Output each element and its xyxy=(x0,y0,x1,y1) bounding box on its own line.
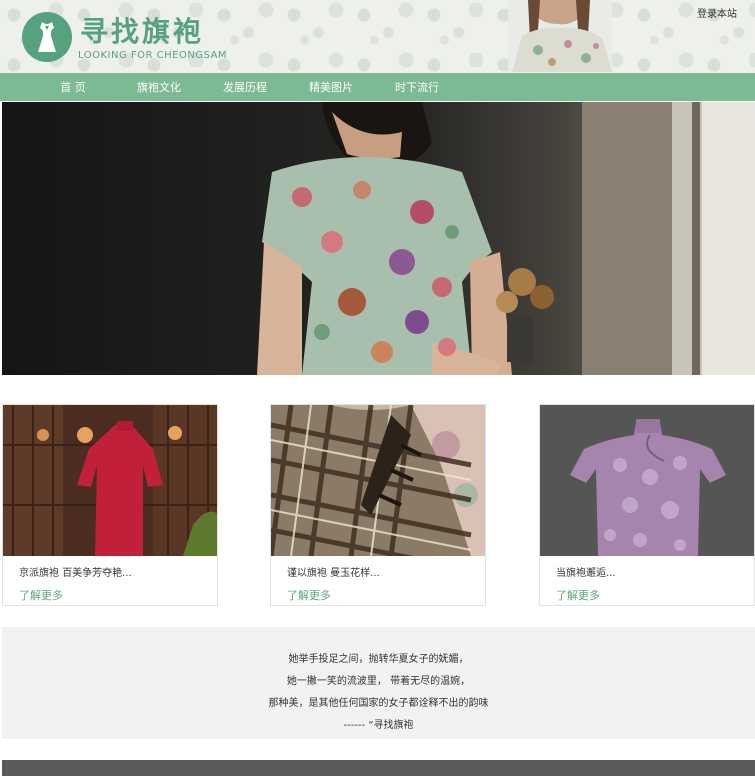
main-nav: 首 页 旗袍文化 发展历程 精美图片 时下流行 xyxy=(0,72,755,101)
learn-more-link[interactable]: 了解更多 xyxy=(556,587,600,603)
nav-item-home[interactable]: 首 页 xyxy=(30,79,116,95)
quote-line: 她举手投足之间，抛转华夏女子的妩媚， xyxy=(288,654,469,665)
quote-line: 那种美，是其他任何国家的女子都诠释不出的韵味 xyxy=(268,698,489,709)
header-model-photo xyxy=(508,0,612,72)
cheongsam-logo-icon[interactable] xyxy=(22,12,72,62)
card-image-plaid-cheongsam xyxy=(271,405,485,556)
site-header: 寻找旗袍 LOOKING FOR CHEONGSAM 登录本站 xyxy=(0,0,755,72)
logo-title: 寻找旗袍 xyxy=(80,15,205,48)
card-manyu[interactable]: 谨以旗袍 曼玉花样... 了解更多 xyxy=(270,404,486,606)
footer-bar xyxy=(2,760,755,776)
nav-item-culture[interactable]: 旗袍文化 xyxy=(116,79,202,95)
quote-line: 她一撇一笑的流波里， 带着无尽的温婉， xyxy=(286,676,471,687)
quote-attribution: ------ “寻找旗袍 xyxy=(343,720,414,731)
card-image-lavender-cheongsam xyxy=(540,405,754,556)
hero-banner-image xyxy=(2,102,755,375)
quote-section: 她举手投足之间，抛转华夏女子的妩媚， 她一撇一笑的流波里， 带着无尽的温婉， 那… xyxy=(2,627,755,739)
card-encounter[interactable]: 当旗袍邂逅... 了解更多 xyxy=(539,404,755,606)
login-link[interactable]: 登录本站 xyxy=(697,5,737,20)
card-jingpai[interactable]: 京派旗袍 百美争芳夺艳... 了解更多 xyxy=(2,404,218,606)
card-title: 京派旗袍 百美争芳夺艳... xyxy=(19,568,132,579)
learn-more-link[interactable]: 了解更多 xyxy=(287,587,331,603)
card-title: 谨以旗袍 曼玉花样... xyxy=(287,568,380,579)
nav-item-history[interactable]: 发展历程 xyxy=(202,79,288,95)
learn-more-link[interactable]: 了解更多 xyxy=(19,587,63,603)
logo-subtitle: LOOKING FOR CHEONGSAM xyxy=(78,50,228,61)
card-title: 当旗袍邂逅... xyxy=(556,568,616,579)
nav-item-trends[interactable]: 时下流行 xyxy=(374,79,460,95)
card-image-red-cheongsam xyxy=(3,405,217,556)
nav-item-gallery[interactable]: 精美图片 xyxy=(288,79,374,95)
